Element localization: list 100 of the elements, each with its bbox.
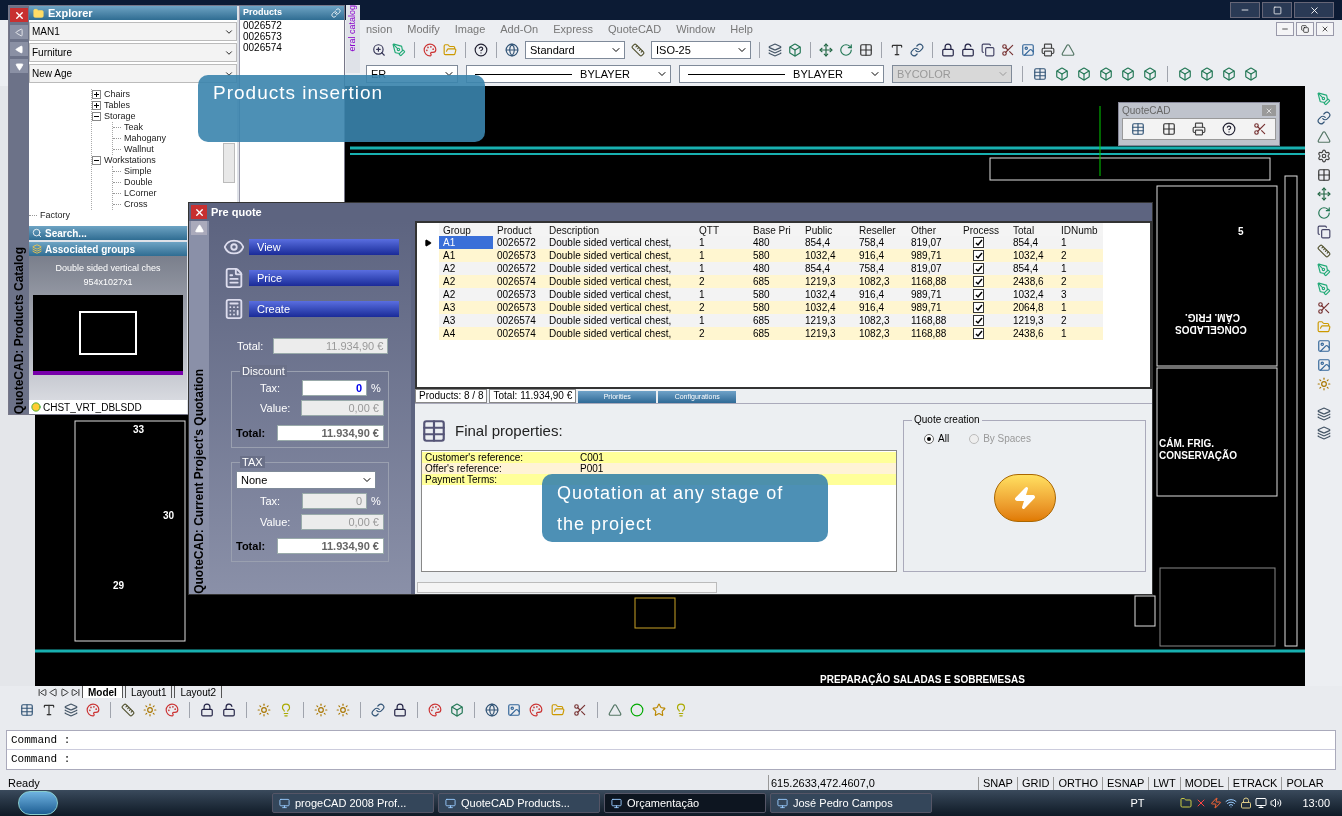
lock-icon[interactable] [941,43,955,57]
total-field[interactable]: 11.934,90 € [277,424,384,441]
next-tab-icon[interactable] [60,687,69,697]
lock-icon[interactable] [1240,797,1253,809]
palette-icon[interactable] [423,43,437,57]
ruler-icon[interactable] [121,703,135,717]
type-icon[interactable] [890,43,904,57]
process-checkbox[interactable] [973,315,984,326]
menu-item[interactable]: QuoteCAD [607,20,662,38]
image-icon[interactable] [1021,43,1035,57]
maximize-button[interactable] [1262,2,1292,18]
menu-item[interactable]: Modify [407,20,440,38]
type-icon[interactable] [42,703,56,717]
unlock-icon[interactable] [961,43,975,57]
cube-icon[interactable] [1178,67,1192,81]
triangle-icon[interactable] [1316,130,1331,144]
image-icon[interactable] [1316,339,1331,353]
status-toggle[interactable]: MODEL [1179,776,1228,790]
product-item[interactable]: 0026572 [240,20,344,31]
menu-item[interactable]: Image [454,20,486,38]
image-icon[interactable] [507,703,521,717]
rotate-icon[interactable] [839,43,853,57]
category-dropdown[interactable]: MAN1 [29,22,237,41]
grid-icon[interactable] [859,43,873,57]
palette-icon[interactable] [165,703,179,717]
menu-item[interactable]: Add-On [500,20,539,38]
copy-icon[interactable] [981,43,995,57]
status-toggle[interactable]: LWT [1148,776,1180,790]
network-icon[interactable] [1225,797,1238,809]
bolt-icon[interactable] [1210,797,1223,809]
process-checkbox[interactable] [973,302,984,313]
menu-item[interactable]: Express [553,20,593,38]
palette-icon[interactable] [86,703,100,717]
layers-icon[interactable] [1316,426,1331,440]
pen-icon[interactable] [1316,263,1331,277]
tree-item[interactable]: Storage [104,111,136,122]
cube-icon[interactable] [1200,67,1214,81]
tree-item[interactable]: Workstations [104,155,156,166]
triangle-icon[interactable] [608,703,622,717]
tree-item[interactable]: Mahogany [124,133,167,144]
taskbar-button[interactable]: Orçamentação [604,793,766,813]
minimize-button[interactable] [1276,22,1294,36]
help-icon[interactable] [1222,122,1237,136]
sun-icon[interactable] [314,703,328,717]
radio-button[interactable] [924,433,934,444]
palette-icon[interactable] [529,703,543,717]
palette-icon[interactable] [428,703,442,717]
action-button[interactable]: View [249,238,399,255]
search-header[interactable]: Search... [29,226,187,240]
help-icon[interactable] [474,43,488,57]
folder-icon[interactable] [1180,797,1193,809]
layers-icon[interactable] [1316,407,1331,421]
taskbar-button[interactable]: José Pedro Campos [770,793,932,813]
close-button[interactable] [10,8,28,22]
first-tab-icon[interactable] [38,687,47,697]
scrollbar-thumb[interactable] [223,143,235,183]
close-button[interactable] [191,205,207,219]
process-checkbox[interactable] [973,328,984,339]
language-indicator[interactable]: PT [1130,794,1145,812]
table-icon[interactable] [20,703,34,717]
display-icon[interactable] [1255,797,1268,809]
start-button[interactable] [18,791,58,815]
link-icon[interactable] [371,703,385,717]
printer-icon[interactable] [1041,43,1055,57]
ruler-icon[interactable] [631,43,645,57]
tree-item[interactable]: Factory [40,210,70,221]
taskbar-button[interactable]: QuoteCAD Products... [438,793,600,813]
layout-tab[interactable]: Layout1 [124,686,173,698]
tree-item[interactable]: Chairs [104,89,130,100]
layers-icon[interactable] [768,43,782,57]
tax-field[interactable]: 0 [302,379,367,396]
unlock-icon[interactable] [222,703,236,717]
sun-icon[interactable] [257,703,271,717]
tree-item[interactable]: Teak [124,122,143,133]
cube-icon[interactable] [1099,67,1113,81]
tree-item[interactable]: Cross [124,199,148,210]
process-checkbox[interactable] [973,237,984,248]
tree-item[interactable]: Simple [124,166,152,177]
expander-icon[interactable] [92,90,101,99]
star-icon[interactable] [652,703,666,717]
status-toggle[interactable]: ORTHO [1053,776,1102,790]
status-toggle[interactable]: ETRACK [1227,776,1282,790]
property-row[interactable]: Offer's reference: P001 [422,463,896,474]
dimension-style-dropdown[interactable]: ISO-25 [651,41,751,59]
tax-dropdown[interactable]: None [236,471,376,489]
previous-tab-icon[interactable] [49,687,58,697]
back-button[interactable] [10,42,28,56]
volume-icon[interactable] [1270,797,1283,809]
circle-icon[interactable] [630,703,644,717]
image-icon[interactable] [1316,358,1331,372]
layout-tab[interactable]: Model [82,686,123,698]
command-line[interactable]: Command : [7,750,1335,769]
triangle-icon[interactable] [1061,43,1075,57]
cube-icon[interactable] [1244,67,1258,81]
magnifier-icon[interactable] [372,43,386,57]
cube-icon[interactable] [450,703,464,717]
grid-icon[interactable] [1161,122,1176,136]
move-icon[interactable] [1316,187,1331,201]
expander-icon[interactable] [92,112,101,121]
cube-icon[interactable] [1143,67,1157,81]
